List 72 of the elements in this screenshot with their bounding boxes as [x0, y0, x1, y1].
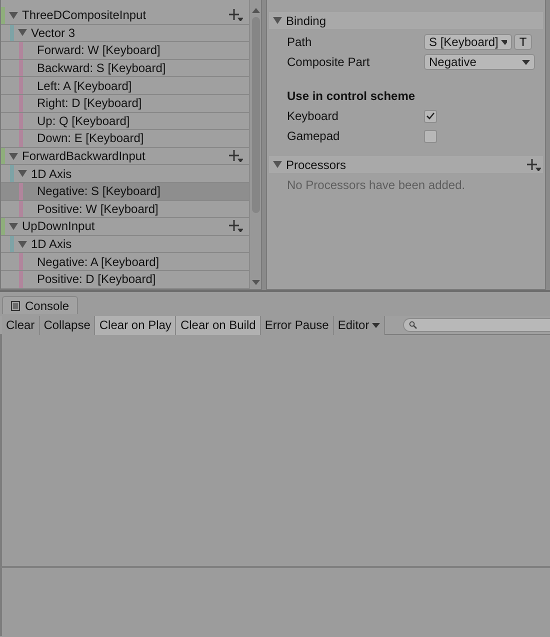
action-name: ForwardBackwardInput: [22, 148, 146, 166]
section-title: Processors: [286, 156, 346, 174]
add-icon[interactable]: [229, 220, 243, 232]
action-row[interactable]: UpDownInput: [1, 218, 249, 236]
toggle-button[interactable]: Error Pause: [260, 316, 334, 334]
expanded-arrow-icon[interactable]: [9, 152, 18, 161]
binding-row[interactable]: Backward: S [Keyboard]: [1, 60, 249, 78]
binding-row[interactable]: Forward: W [Keyboard]: [1, 42, 249, 60]
composite-name: 1D Axis: [31, 166, 72, 183]
binding-name: Negative: A [Keyboard]: [37, 254, 160, 271]
checkbox-label: Keyboard: [287, 108, 340, 125]
scheme-heading: Use in control scheme: [287, 88, 416, 105]
binding-row[interactable]: Negative: S [Keyboard]: [1, 182, 249, 201]
toggle-button[interactable]: Clear on Play: [95, 316, 176, 334]
add-icon[interactable]: [527, 158, 541, 170]
scrollbar[interactable]: [249, 0, 261, 289]
section-title: Binding: [286, 12, 326, 30]
expanded-arrow-icon[interactable]: [273, 160, 282, 169]
caret-icon: [522, 60, 530, 64]
search-field[interactable]: [403, 318, 550, 332]
binding-name: Positive: W [Keyboard]: [37, 200, 158, 218]
checkbox-label: Gamepad: [287, 128, 341, 145]
action-row[interactable]: ThreeDCompositeInput: [1, 7, 249, 25]
add-icon[interactable]: [229, 9, 243, 22]
editor-dropdown[interactable]: Editor: [334, 316, 386, 334]
binding-row[interactable]: Positive: D [Keyboard]: [1, 270, 249, 288]
empty-message: No Processors have been added.: [286, 177, 466, 194]
scroll-down-arrow-icon[interactable]: [252, 280, 260, 285]
binding-row[interactable]: Left: A [Keyboard]: [1, 77, 249, 95]
action-name: UpDownInput: [22, 218, 95, 236]
caret-icon: [501, 40, 507, 44]
composite-name: 1D Axis: [31, 236, 72, 254]
composite-part-dropdown[interactable]: Negative: [424, 54, 535, 70]
composite-row[interactable]: 1D Axis: [1, 236, 249, 254]
field-label: Path: [287, 34, 313, 51]
binding-name: Up: Q [Keyboard]: [37, 112, 130, 130]
toggle-button[interactable]: Clear on Build: [176, 316, 261, 334]
binding-row[interactable]: Up: Q [Keyboard]: [1, 112, 249, 130]
binding-name: Negative: S [Keyboard]: [37, 183, 160, 200]
checkbox[interactable]: [424, 130, 437, 142]
scroll-up-arrow-icon[interactable]: [252, 8, 260, 13]
binding-name: Backward: S [Keyboard]: [37, 60, 166, 78]
add-icon[interactable]: [229, 150, 243, 162]
action-row[interactable]: ForwardBackwardInput: [1, 148, 249, 166]
t-button[interactable]: T: [514, 34, 532, 50]
binding-name: Forward: W [Keyboard]: [37, 42, 160, 60]
caret-icon: [372, 322, 380, 328]
composite-row[interactable]: Vector 3: [1, 24, 249, 42]
console-tab[interactable]: Console: [2, 296, 78, 314]
binding-name: Left: A [Keyboard]: [37, 78, 132, 95]
console-icon: [11, 301, 20, 311]
field-label: Composite Part: [287, 54, 371, 71]
binding-name: Positive: D [Keyboard]: [37, 271, 156, 288]
toggle-button[interactable]: Collapse: [40, 316, 96, 334]
path-dropdown[interactable]: S [Keyboard]: [424, 34, 512, 50]
search-icon: [409, 321, 418, 329]
expanded-arrow-icon[interactable]: [9, 10, 18, 20]
expanded-arrow-icon[interactable]: [18, 240, 27, 249]
expanded-arrow-icon[interactable]: [273, 16, 282, 25]
checkbox[interactable]: [424, 110, 437, 122]
binding-row[interactable]: Right: D [Keyboard]: [1, 94, 249, 113]
expanded-arrow-icon[interactable]: [18, 169, 27, 178]
expanded-arrow-icon[interactable]: [9, 222, 18, 231]
binding-name: Down: E [Keyboard]: [37, 130, 144, 148]
action-name: ThreeDCompositeInput: [22, 7, 146, 24]
binding-name: Right: D [Keyboard]: [37, 95, 142, 112]
binding-row[interactable]: Positive: W [Keyboard]: [1, 200, 249, 218]
clear-button[interactable]: Clear: [2, 316, 40, 334]
binding-row[interactable]: Negative: A [Keyboard]: [1, 253, 249, 271]
binding-row[interactable]: Down: E [Keyboard]: [1, 130, 249, 148]
expanded-arrow-icon[interactable]: [18, 28, 27, 38]
composite-name: Vector 3: [31, 24, 76, 42]
